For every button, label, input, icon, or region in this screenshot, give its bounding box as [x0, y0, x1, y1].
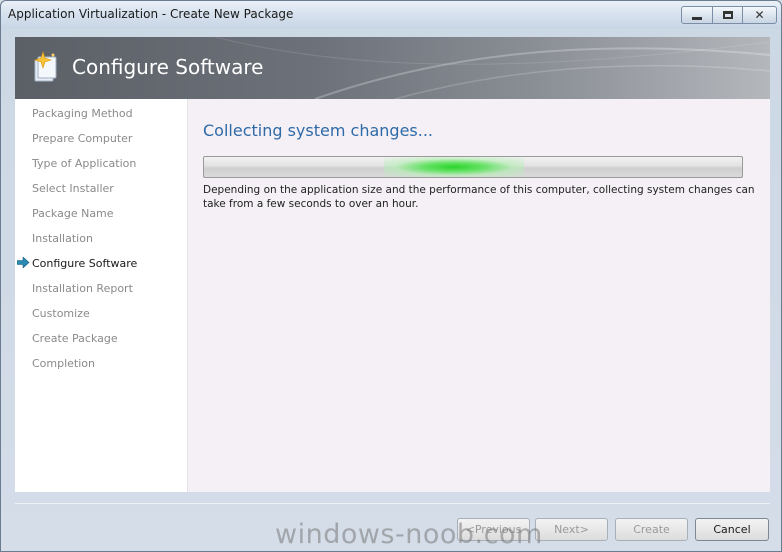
footer-separator [15, 503, 770, 504]
window-title: Application Virtualization - Create New … [8, 7, 294, 21]
sidebar-item-label: Installation Report [32, 282, 133, 295]
sidebar-item-label: Completion [32, 357, 96, 370]
sidebar-item-installation: Installation [32, 232, 93, 245]
sidebar-item-label: Select Installer [32, 182, 114, 195]
sidebar-item-label: Customize [32, 307, 90, 320]
sidebar-item-configure-software: Configure Software [32, 257, 137, 270]
arrow-right-icon [17, 257, 30, 268]
wizard-sparkle-icon [34, 51, 57, 82]
watermark-text: windows-noob.com [275, 519, 543, 550]
sidebar-item-installation-report: Installation Report [32, 282, 133, 295]
sidebar-item-completion: Completion [32, 357, 95, 370]
wizard-window: Application Virtualization - Create New … [0, 0, 782, 552]
minimize-icon [692, 16, 702, 20]
main-panel: Collecting system changes... Depending o… [188, 99, 770, 492]
close-icon: ✕ [754, 8, 765, 22]
wizard-client-area: Configure Software Packaging Method Prep… [15, 37, 770, 492]
create-button[interactable]: Create [615, 518, 688, 541]
sidebar-item-create-package: Create Package [32, 332, 118, 345]
sidebar-item-prepare-computer: Prepare Computer [32, 132, 132, 145]
wizard-steps-sidebar: Packaging Method Prepare Computer Type o… [15, 99, 188, 492]
next-button[interactable]: Next> [535, 518, 608, 541]
sidebar-item-label: Package Name [32, 207, 114, 220]
maximize-button[interactable] [713, 6, 743, 24]
sidebar-item-packaging-method: Packaging Method [32, 107, 133, 120]
sidebar-item-label: Type of Application [32, 157, 137, 170]
progress-marquee-glow [384, 157, 524, 177]
sidebar-item-label: Installation [32, 232, 93, 245]
page-title: Configure Software [72, 55, 264, 79]
sidebar-item-customize: Customize [32, 307, 90, 320]
sidebar-item-package-name: Package Name [32, 207, 114, 220]
sidebar-item-label: Packaging Method [32, 107, 133, 120]
sidebar-item-label: Create Package [32, 332, 118, 345]
sidebar-item-type-of-application: Type of Application [32, 157, 136, 170]
sidebar-item-label: Configure Software [32, 257, 138, 270]
sidebar-item-select-installer: Select Installer [32, 182, 114, 195]
maximize-icon [722, 11, 733, 19]
progress-bar [203, 156, 743, 178]
minimize-button[interactable] [681, 6, 713, 24]
title-bar[interactable]: Application Virtualization - Create New … [1, 1, 781, 29]
status-heading: Collecting system changes... [203, 121, 433, 140]
status-description: Depending on the application size and th… [203, 184, 755, 210]
cancel-button[interactable]: Cancel [695, 518, 769, 541]
header-banner: Configure Software [15, 37, 770, 99]
close-button[interactable]: ✕ [743, 6, 777, 24]
sidebar-item-label: Prepare Computer [32, 132, 133, 145]
